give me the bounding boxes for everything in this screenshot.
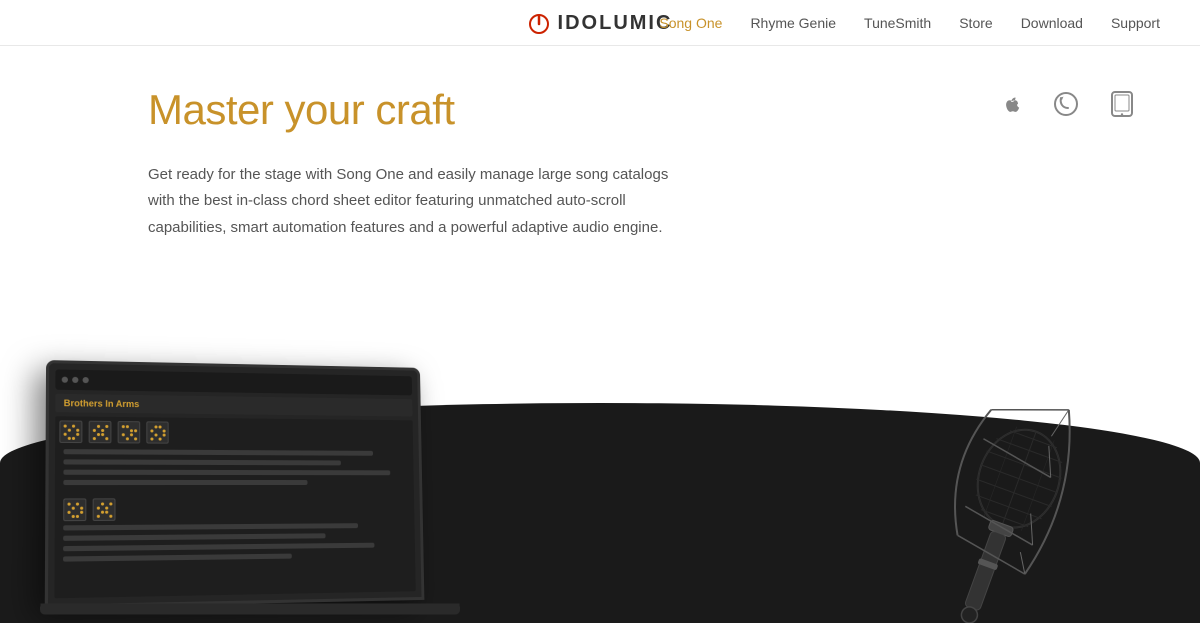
nav-item-support[interactable]: Support: [1111, 15, 1160, 31]
song-title: Brothers In Arms: [55, 394, 412, 417]
lyric-line: [63, 459, 340, 465]
window-dot: [83, 377, 89, 383]
microphone: [800, 333, 1200, 623]
chord-grid: [65, 500, 85, 520]
chord-grid: [61, 422, 81, 442]
microphone-svg: [840, 333, 1200, 623]
laptop-mockup: Brothers In Arms: [30, 333, 510, 623]
apple-icon: [992, 86, 1028, 122]
chord-grid: [148, 423, 167, 442]
chord-grid: [90, 422, 110, 441]
nav-item-download[interactable]: Download: [1021, 15, 1083, 31]
logo-text: IDOLUMiC: [558, 12, 673, 35]
lyric-line: [63, 480, 307, 485]
header: IDOLUMiC Song One Rhyme Genie TuneSmith …: [0, 0, 1200, 46]
chord-grid: [119, 423, 139, 442]
chord-box: [63, 498, 86, 521]
chord-row: [59, 420, 409, 445]
lyric-line: [63, 470, 390, 476]
content-left: Master your craft Get ready for the stag…: [0, 46, 744, 241]
screen-content: Brothers In Arms: [48, 363, 422, 605]
window-dot: [72, 377, 78, 383]
logo: IDOLUMiC: [528, 12, 673, 35]
laptop-base: [39, 603, 460, 614]
refresh-icon: [1048, 86, 1084, 122]
lyric-line: [63, 523, 358, 530]
hero-description: Get ready for the stage with Song One an…: [148, 162, 684, 241]
lyric-spacer: [63, 489, 406, 496]
bottom-section: Brothers In Arms: [0, 333, 1200, 623]
main-nav: Song One Rhyme Genie TuneSmith Store Dow…: [659, 15, 1160, 31]
nav-item-song-one[interactable]: Song One: [659, 15, 722, 31]
main-content: Master your craft Get ready for the stag…: [0, 46, 1200, 241]
power-icon: [528, 13, 550, 35]
nav-item-tunesmith[interactable]: TuneSmith: [864, 15, 931, 31]
lyric-line: [63, 449, 373, 456]
lyric-line: [63, 554, 292, 562]
chord-row-2: [63, 498, 407, 522]
window-dot: [62, 377, 68, 383]
chord-box: [89, 421, 112, 444]
lyric-line: [63, 533, 325, 541]
chord-box: [146, 421, 168, 443]
chord-grid: [94, 500, 114, 520]
chord-box: [59, 420, 82, 443]
app-header: [55, 369, 412, 395]
chord-box: [93, 498, 116, 521]
nav-item-rhyme-genie[interactable]: Rhyme Genie: [750, 15, 836, 31]
nav-item-store[interactable]: Store: [959, 15, 992, 31]
device-icon: [1104, 86, 1140, 122]
laptop-screen: Brothers In Arms: [45, 360, 425, 608]
lyrics-area: [59, 446, 412, 565]
chord-box: [118, 421, 141, 443]
platform-icons: [992, 86, 1140, 122]
lyric-line: [63, 543, 375, 552]
chord-area: [54, 416, 415, 598]
hero-title: Master your craft: [148, 86, 684, 134]
